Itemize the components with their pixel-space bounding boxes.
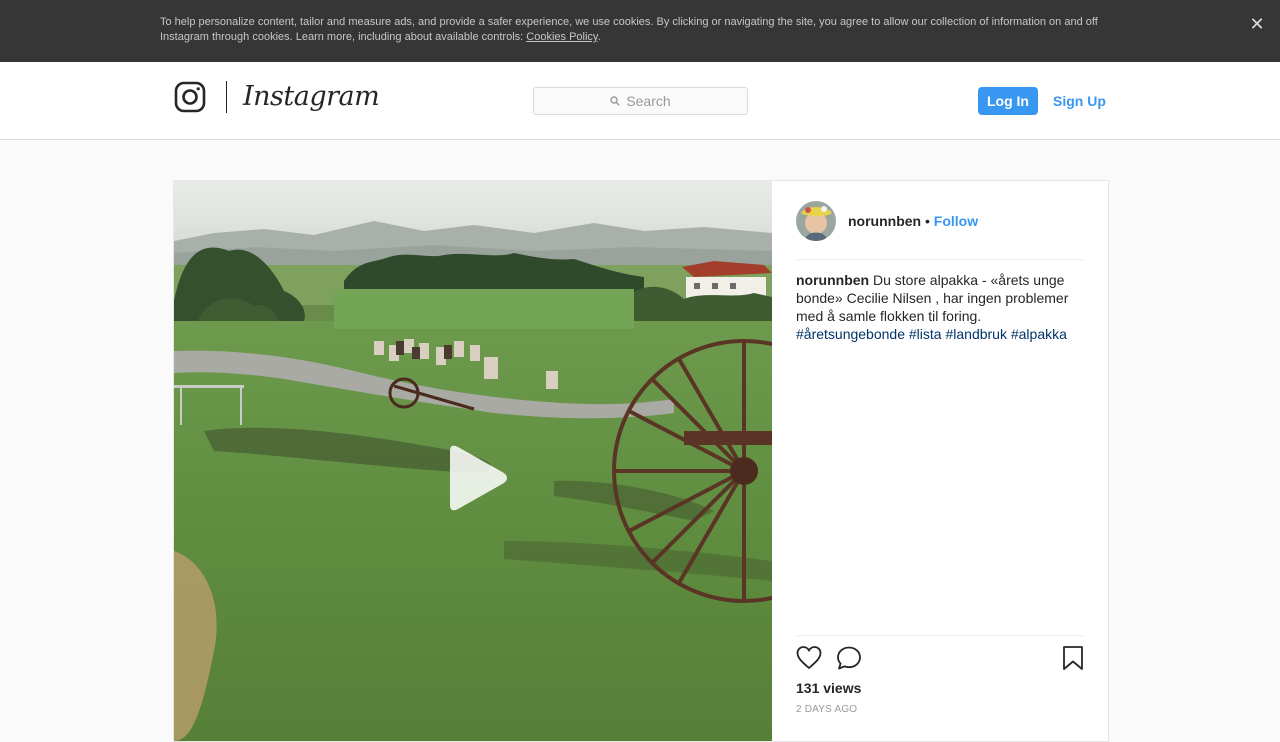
cookie-banner: To help personalize content, tailor and … — [0, 0, 1280, 62]
cookie-banner-period: . — [597, 31, 601, 43]
instagram-camera-icon[interactable] — [174, 81, 206, 113]
author-separator: • — [921, 213, 934, 229]
view-count: 131 views — [796, 680, 862, 696]
post-author[interactable]: norunnben — [848, 213, 921, 229]
post-card: norunnben • Follow norunnben Du store al… — [173, 180, 1109, 742]
caption-username[interactable]: norunnben — [796, 272, 869, 288]
instagram-wordmark[interactable]: Instagram — [243, 80, 380, 114]
search-placeholder: Search — [626, 93, 671, 109]
cookie-banner-text: To help personalize content, tailor and … — [160, 15, 1120, 45]
hashtag-link[interactable]: #alpakka — [1011, 326, 1067, 342]
sign-up-link[interactable]: Sign Up — [1053, 87, 1106, 115]
hashtag-link[interactable]: #åretsungebonde — [796, 326, 905, 342]
post-video[interactable] — [174, 181, 772, 741]
search-input[interactable]: Search — [533, 87, 748, 115]
follow-button[interactable]: Follow — [934, 213, 978, 229]
top-navigation: Instagram Search Log In Sign Up — [0, 62, 1280, 140]
post-caption: norunnben Du store alpakka - «årets unge… — [796, 271, 1084, 343]
play-icon[interactable] — [442, 443, 512, 513]
search-placeholder-row: Search — [534, 88, 747, 114]
logo-divider — [226, 81, 227, 113]
cookie-banner-message: To help personalize content, tailor and … — [160, 16, 1098, 43]
hashtag-link[interactable]: #landbruk — [945, 326, 1007, 342]
close-icon[interactable]: ✕ — [1248, 15, 1266, 33]
heart-icon[interactable] — [796, 645, 822, 671]
avatar-image — [796, 201, 836, 241]
log-in-button[interactable]: Log In — [978, 87, 1038, 115]
divider — [796, 259, 1084, 260]
search-icon — [610, 96, 621, 106]
comment-icon[interactable] — [836, 645, 862, 671]
bookmark-icon[interactable] — [1062, 645, 1084, 671]
cookies-policy-link[interactable]: Cookies Policy — [526, 31, 597, 43]
post-sidebar: norunnben • Follow norunnben Du store al… — [796, 181, 1084, 741]
avatar[interactable] — [796, 201, 836, 241]
post-author-line: norunnben • Follow — [848, 212, 978, 230]
hashtag-link[interactable]: #lista — [909, 326, 942, 342]
divider — [796, 635, 1084, 636]
post-timestamp: 2 DAYS AGO — [796, 704, 858, 715]
